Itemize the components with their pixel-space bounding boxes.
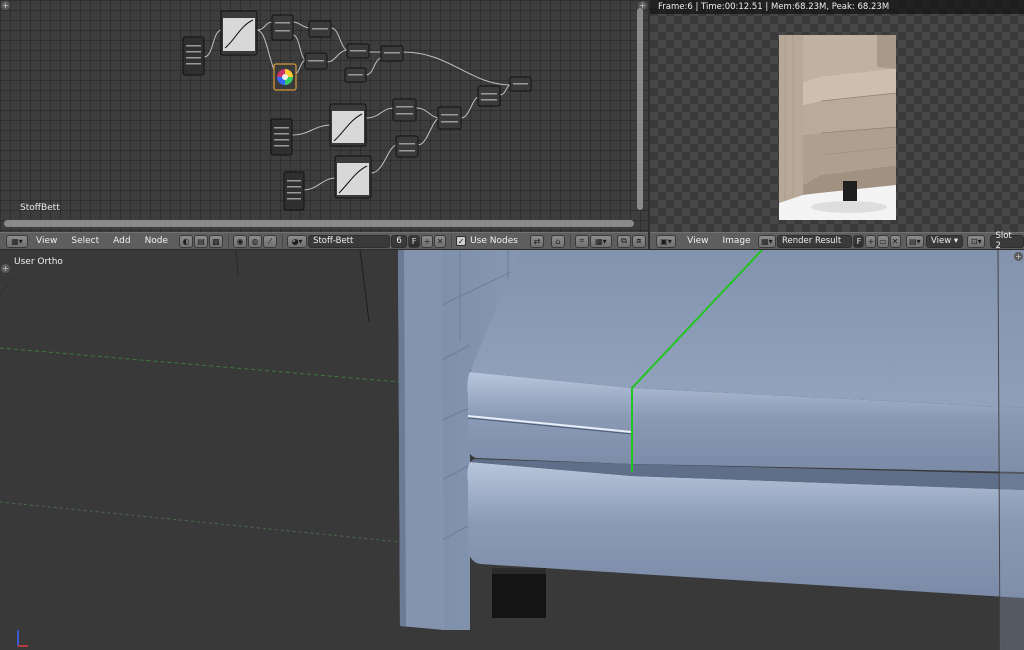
- image-browse-icon[interactable]: ▦▾: [757, 234, 777, 248]
- snap-toggle-icon[interactable]: ⌗: [574, 234, 589, 248]
- horizontal-scrollbar[interactable]: [4, 220, 634, 227]
- image-name-field[interactable]: Render Result: [777, 234, 853, 248]
- separator: [569, 234, 571, 248]
- shader-nodes-icon[interactable]: ◐: [179, 234, 194, 248]
- region-expand-icon[interactable]: +: [1, 1, 10, 10]
- snap-element-icon[interactable]: ▦▾: [589, 234, 612, 248]
- material-users-count[interactable]: 6: [391, 234, 408, 248]
- compositing-nodes-icon[interactable]: ▤: [194, 234, 209, 248]
- render-stats: Frame:6 | Time:00:12.51 | Mem:68.23M, Pe…: [650, 0, 1024, 14]
- new-material-icon[interactable]: +: [421, 234, 434, 248]
- node-tree-label: StoffBett: [20, 203, 60, 213]
- separator: [282, 234, 284, 248]
- separator: [228, 234, 230, 248]
- node-graph[interactable]: [0, 0, 648, 232]
- editor-type-button[interactable]: ▦▾: [6, 234, 28, 248]
- object-shader-icon[interactable]: ◉: [233, 234, 248, 248]
- vertical-scrollbar[interactable]: [637, 8, 643, 210]
- world-shader-icon[interactable]: ◍: [248, 234, 263, 248]
- slot-field[interactable]: Slot 2: [990, 231, 1024, 251]
- view-mode-field[interactable]: View ▾: [925, 234, 964, 248]
- view-label: User Ortho: [14, 257, 63, 267]
- node-tree-icon[interactable]: ⌂: [550, 234, 565, 248]
- material-browse-icon[interactable]: ◕▾: [287, 234, 308, 248]
- copy-nodes-icon[interactable]: ⧉: [616, 234, 631, 248]
- use-nodes-checkbox[interactable]: ✓: [456, 236, 467, 246]
- menu-node[interactable]: Node: [145, 236, 169, 246]
- use-nodes-label: Use Nodes: [470, 236, 518, 246]
- region-expand-icon[interactable]: +: [1014, 252, 1023, 261]
- menu-select[interactable]: Select: [71, 236, 99, 246]
- 3d-viewport[interactable]: User Ortho + +: [0, 250, 1024, 650]
- paste-nodes-icon[interactable]: ⧈: [631, 234, 646, 248]
- view-mode-label: View: [930, 236, 952, 246]
- new-image-icon[interactable]: +: [865, 234, 877, 248]
- unlink-image-icon[interactable]: ✕: [889, 234, 901, 248]
- unlink-material-icon[interactable]: ✕: [434, 234, 447, 248]
- menu-view[interactable]: View: [36, 236, 57, 246]
- region-expand-icon[interactable]: +: [1, 264, 10, 273]
- backdrop-icon[interactable]: ⇄: [529, 234, 544, 248]
- pivot-icon[interactable]: ⊡▾: [967, 234, 986, 248]
- material-name-field[interactable]: Stoff-Bett: [308, 234, 391, 248]
- node-editor-header: ▦▾ View Select Add Node ◐ ▤ ▩ ◉ ◍ ⁄ ◕▾ S…: [0, 232, 648, 250]
- open-image-icon[interactable]: ▭: [877, 234, 889, 248]
- menu-add[interactable]: Add: [113, 236, 130, 246]
- editor-type-button[interactable]: ▣▾: [656, 234, 677, 248]
- render-result-image: [779, 35, 896, 220]
- line-style-icon[interactable]: ⁄: [263, 234, 278, 248]
- fake-user-button[interactable]: F: [408, 234, 421, 248]
- menu-view[interactable]: View: [687, 236, 708, 246]
- node-editor[interactable]: + + StoffBett: [0, 0, 648, 232]
- image-editor-header: ▣▾ View Image ▦▾ Render Result F + ▭ ✕ ▤…: [650, 231, 1024, 251]
- separator: [451, 234, 453, 248]
- view-mode-icon[interactable]: ▤▾: [905, 234, 924, 248]
- fake-user-button[interactable]: F: [853, 234, 865, 248]
- mesh-view[interactable]: [0, 250, 1024, 650]
- menu-image[interactable]: Image: [723, 236, 751, 246]
- texture-nodes-icon[interactable]: ▩: [209, 234, 224, 248]
